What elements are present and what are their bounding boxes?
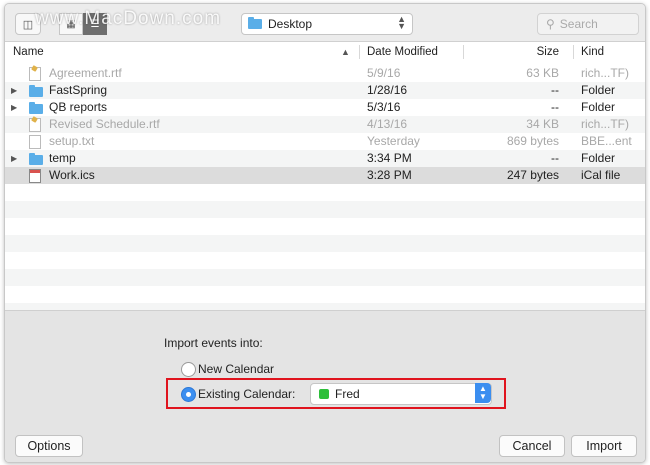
empty-row bbox=[5, 235, 645, 252]
empty-row bbox=[5, 201, 645, 218]
toolbar: ◫ ▦ ☰ www.MacDown.com Desktop ▲ ▼ ⚲ Searc… bbox=[5, 4, 645, 41]
empty-row bbox=[5, 218, 645, 235]
file-kind: BBE...ent bbox=[581, 134, 632, 148]
existing-calendar-label[interactable]: Existing Calendar: bbox=[198, 387, 295, 401]
file-row[interactable]: Agreement.rtf 5/9/16 63 KB rich...TF) bbox=[5, 65, 645, 82]
file-date: 3:34 PM bbox=[367, 151, 412, 165]
file-kind: Folder bbox=[581, 83, 616, 97]
empty-row bbox=[5, 252, 645, 269]
column-header-date[interactable]: Date Modified bbox=[367, 42, 438, 62]
search-field[interactable]: ⚲ Search bbox=[537, 13, 639, 35]
import-options-panel: Import events into: New Calendar Existin… bbox=[5, 310, 645, 462]
column-header-row: Name ▲ Date Modified Size Kind bbox=[5, 41, 645, 63]
file-name: Work.ics bbox=[49, 168, 95, 182]
options-button[interactable]: Options bbox=[15, 435, 83, 457]
icon-view-button[interactable]: ▦ bbox=[59, 13, 83, 35]
file-name: setup.txt bbox=[49, 134, 95, 148]
calendar-select-value: Fred bbox=[335, 387, 360, 401]
file-size: -- bbox=[551, 83, 559, 97]
existing-calendar-radio[interactable] bbox=[181, 387, 196, 402]
location-popup[interactable]: Desktop ▲ ▼ bbox=[241, 13, 413, 35]
file-size: 63 KB bbox=[526, 66, 559, 80]
file-size: -- bbox=[551, 100, 559, 114]
calendar-color-swatch bbox=[319, 389, 329, 399]
rtf-document-icon bbox=[29, 118, 41, 132]
location-label: Desktop bbox=[268, 17, 313, 31]
file-name: temp bbox=[49, 151, 76, 165]
file-row[interactable]: setup.txt Yesterday 869 bytes BBE...ent bbox=[5, 133, 645, 150]
file-kind: rich...TF) bbox=[581, 117, 629, 131]
file-size: -- bbox=[551, 151, 559, 165]
column-divider[interactable] bbox=[359, 45, 360, 59]
empty-row bbox=[5, 286, 645, 303]
list-icon: ☰ bbox=[90, 18, 100, 30]
file-date: 4/13/16 bbox=[367, 117, 408, 131]
file-date: 5/3/16 bbox=[367, 100, 401, 114]
chevron-updown-icon: ▲ ▼ bbox=[397, 14, 406, 31]
open-dialog: ◫ ▦ ☰ www.MacDown.com Desktop ▲ ▼ ⚲ Searc… bbox=[4, 3, 646, 463]
file-name: FastSpring bbox=[49, 83, 108, 97]
search-placeholder: Search bbox=[559, 17, 598, 31]
sidebar-icon: ◫ bbox=[22, 18, 34, 31]
column-header-kind[interactable]: Kind bbox=[581, 42, 604, 62]
sort-ascending-icon: ▲ bbox=[341, 47, 350, 57]
empty-row bbox=[5, 184, 645, 201]
disclosure-triangle-icon[interactable]: ▶ bbox=[11, 99, 17, 116]
folder-icon bbox=[248, 17, 262, 29]
file-row[interactable]: ▶ FastSpring 1/28/16 -- Folder bbox=[5, 82, 645, 99]
file-size: 869 bytes bbox=[506, 134, 559, 148]
empty-row bbox=[5, 269, 645, 286]
file-name: Agreement.rtf bbox=[49, 66, 122, 80]
import-into-label: Import events into: bbox=[164, 336, 263, 350]
file-kind: Folder bbox=[581, 100, 616, 114]
sidebar-toggle-button[interactable]: ◫ bbox=[15, 13, 41, 35]
file-kind: iCal file bbox=[581, 168, 621, 182]
text-document-icon bbox=[29, 135, 41, 149]
column-divider[interactable] bbox=[573, 45, 574, 59]
file-name: Revised Schedule.rtf bbox=[49, 117, 160, 131]
view-mode-segment: ▦ ☰ bbox=[59, 13, 107, 35]
cancel-button[interactable]: Cancel bbox=[499, 435, 565, 457]
new-calendar-label[interactable]: New Calendar bbox=[198, 362, 274, 376]
file-date: 1/28/16 bbox=[367, 83, 408, 97]
file-row-selected[interactable]: Work.ics 3:28 PM 247 bytes iCal file bbox=[5, 167, 645, 184]
file-date: 5/9/16 bbox=[367, 66, 401, 80]
import-button[interactable]: Import bbox=[571, 435, 637, 457]
empty-row bbox=[5, 303, 645, 310]
rtf-document-icon bbox=[29, 67, 41, 81]
file-date: Yesterday bbox=[367, 134, 420, 148]
column-header-size[interactable]: Size bbox=[465, 42, 559, 62]
column-divider[interactable] bbox=[463, 45, 464, 59]
disclosure-triangle-icon[interactable]: ▶ bbox=[11, 150, 17, 167]
column-header-name[interactable]: Name bbox=[13, 42, 44, 62]
file-size: 34 KB bbox=[526, 117, 559, 131]
calendar-file-icon bbox=[29, 169, 41, 183]
file-row[interactable]: Revised Schedule.rtf 4/13/16 34 KB rich.… bbox=[5, 116, 645, 133]
list-view-button[interactable]: ☰ bbox=[83, 13, 107, 35]
folder-icon bbox=[29, 102, 43, 114]
disclosure-triangle-icon[interactable]: ▶ bbox=[11, 82, 17, 99]
file-name: QB reports bbox=[49, 100, 108, 114]
grid-icon: ▦ bbox=[66, 18, 76, 30]
search-icon: ⚲ bbox=[546, 17, 555, 31]
file-date: 3:28 PM bbox=[367, 168, 412, 182]
new-calendar-radio[interactable] bbox=[181, 362, 196, 377]
folder-icon bbox=[29, 153, 43, 165]
folder-icon bbox=[29, 85, 43, 97]
calendar-select[interactable]: Fred ▲ ▼ bbox=[310, 383, 492, 405]
file-row[interactable]: ▶ temp 3:34 PM -- Folder bbox=[5, 150, 645, 167]
file-size: 247 bytes bbox=[506, 168, 559, 182]
file-kind: rich...TF) bbox=[581, 66, 629, 80]
file-kind: Folder bbox=[581, 151, 616, 165]
file-list: Agreement.rtf 5/9/16 63 KB rich...TF) ▶ … bbox=[5, 62, 645, 310]
chevron-updown-icon: ▲ ▼ bbox=[475, 383, 491, 403]
file-row[interactable]: ▶ QB reports 5/3/16 -- Folder bbox=[5, 99, 645, 116]
